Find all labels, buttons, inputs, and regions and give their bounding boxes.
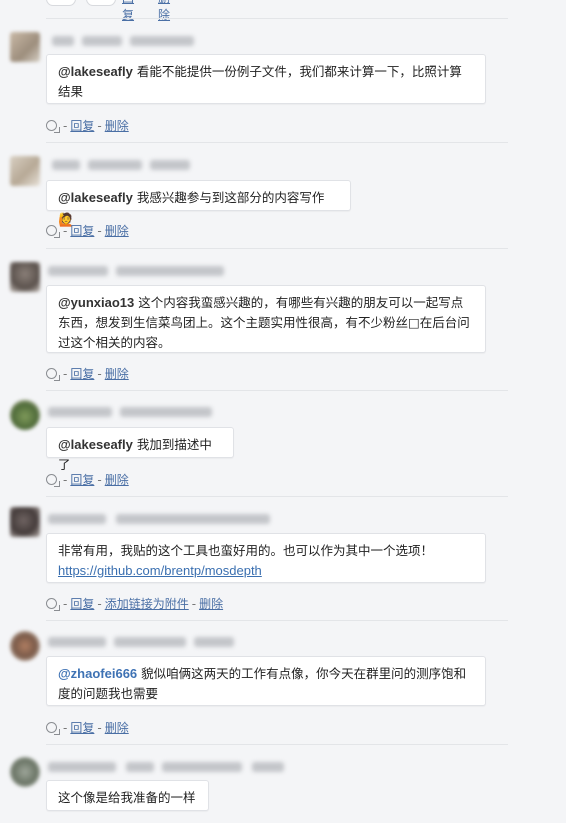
separator: - [148, 0, 152, 3]
comment-text: 貌似咱俩这两天的工作有点像，你今天在群里问的测序饱和 [137, 666, 467, 681]
comment-actions: - 回复 - 删除 [46, 118, 129, 134]
comment-text: 非常有用，我贴的这个工具也蛮好用的。也可以作为其中一个选项！ [58, 543, 434, 558]
delete-link[interactable]: 删除 [105, 224, 129, 238]
delete-link[interactable]: 删除 [105, 473, 129, 487]
comment-actions: - 回复 - 删除 [46, 720, 129, 736]
emoji-reaction-icon[interactable] [46, 598, 60, 611]
comment-bubble: @lakeseafly 看能不能提供一份例子文件，我们都来计算一下，比照计算 结… [46, 54, 486, 104]
reaction-pill[interactable] [46, 0, 76, 6]
divider [46, 248, 508, 249]
comment-text: 度的问题我也需要 [58, 686, 159, 701]
reply-link[interactable]: 回复 [70, 473, 94, 487]
comment-bubble: @lakeseafly 我感兴趣参与到这部分的内容写作🙋 [46, 180, 351, 228]
comment-text: 过这个相关的内容。 [58, 335, 171, 350]
comment-actions: - 回复 - 添加链接为附件 - 删除 [46, 596, 223, 612]
comment-text: 这个像是给我准备的一样 [58, 790, 196, 805]
emoji-reaction-icon[interactable] [46, 722, 60, 735]
mention[interactable]: @lakeseafly [58, 190, 133, 205]
divider [46, 620, 508, 621]
divider [46, 496, 508, 497]
comment-text: 这个内容我蛮感兴趣的，有哪些有兴趣的朋友可以一起写点 [134, 295, 464, 310]
comment-actions: - 回复 - 删除 [46, 472, 129, 488]
avatar[interactable] [10, 400, 40, 430]
emoji-reaction-icon[interactable] [46, 474, 60, 487]
avatar[interactable] [10, 507, 40, 537]
avatar[interactable] [10, 32, 40, 62]
comment-text: 东西，想发到生信菜鸟团上。这个主题实用性很高，有不少粉丝□在后台问 [58, 315, 470, 330]
top-reply-link[interactable]: 回复 [122, 0, 134, 23]
divider [46, 744, 508, 745]
comment-bubble: @yunxiao13 这个内容我蛮感兴趣的，有哪些有兴趣的朋友可以一起写点 东西… [46, 285, 486, 353]
github-link[interactable]: https://github.com/brentp/mosdepth [58, 563, 262, 578]
mention[interactable]: @lakeseafly [58, 64, 133, 79]
comment-actions: - 回复 - 删除 [46, 366, 129, 382]
reply-link[interactable]: 回复 [70, 367, 94, 381]
comment-text: 看能不能提供一份例子文件，我们都来计算一下，比照计算 [132, 64, 462, 79]
reply-link[interactable]: 回复 [70, 119, 94, 133]
avatar[interactable] [10, 757, 40, 787]
add-reaction-pill[interactable] [86, 0, 116, 6]
reply-link[interactable]: 回复 [70, 224, 94, 238]
avatar[interactable] [10, 156, 40, 186]
divider [46, 18, 508, 19]
comment-bubble: 这个像是给我准备的一样 [46, 780, 209, 811]
comment-actions: - 回复 - 删除 [46, 223, 129, 239]
delete-link[interactable]: 删除 [105, 721, 129, 735]
comment-bubble: @zhaofei666 貌似咱俩这两天的工作有点像，你今天在群里问的测序饱和 度… [46, 656, 486, 706]
reply-link[interactable]: 回复 [70, 597, 94, 611]
emoji-reaction-icon[interactable] [46, 368, 60, 381]
delete-link[interactable]: 删除 [105, 119, 129, 133]
comment-text: 结果 [58, 84, 84, 99]
delete-link[interactable]: 删除 [199, 597, 223, 611]
emoji-reaction-icon[interactable] [46, 225, 60, 238]
delete-link[interactable]: 删除 [105, 367, 129, 381]
avatar[interactable] [10, 631, 40, 661]
divider [46, 390, 508, 391]
top-delete-link[interactable]: 删除 [158, 0, 170, 23]
emoji-reaction-icon[interactable] [46, 120, 60, 133]
avatar[interactable] [10, 262, 40, 292]
comment-bubble: 非常有用，我贴的这个工具也蛮好用的。也可以作为其中一个选项！ https://g… [46, 533, 486, 583]
mention[interactable]: @yunxiao13 [58, 295, 134, 310]
comment-bubble: @lakeseafly 我加到描述中了 [46, 427, 234, 472]
add-link-attachment-link[interactable]: 添加链接为附件 [105, 597, 189, 611]
mention[interactable]: @lakeseafly [58, 437, 133, 452]
mention[interactable]: @zhaofei666 [58, 666, 137, 681]
divider [46, 142, 508, 143]
reply-link[interactable]: 回复 [70, 721, 94, 735]
comment-text: 我感兴趣参与到这部分的内容写作 [132, 190, 325, 205]
